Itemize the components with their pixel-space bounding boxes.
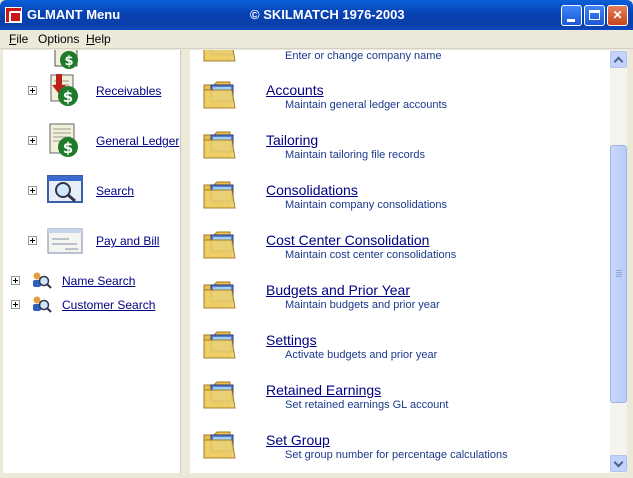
general-ledger-icon[interactable]: $ (47, 122, 83, 158)
folder-icon[interactable] (202, 225, 240, 263)
svg-text:$: $ (63, 88, 73, 106)
menu-item-description: Maintain cost center consolidations (285, 249, 457, 261)
menu-item-description: Maintain budgets and prior year (285, 299, 440, 311)
maximize-button[interactable] (584, 5, 605, 26)
menu-help[interactable]: Help (86, 32, 111, 46)
folder-icon[interactable] (202, 275, 240, 313)
vertical-scrollbar[interactable] (610, 50, 627, 473)
receivables-icon[interactable]: $ (47, 72, 83, 108)
expand-customer-search[interactable] (11, 300, 20, 309)
title-bar[interactable]: GLMANT Menu © SKILMATCH 1976-2003 ✕ (0, 0, 633, 30)
menu-bar: File Options Help (0, 30, 633, 49)
pane-splitter[interactable] (181, 50, 190, 473)
menu-item-settings[interactable]: Settings (266, 332, 317, 348)
menu-item-budgets-and-prior-year[interactable]: Budgets and Prior Year (266, 282, 410, 298)
menu-item-cost-center-consolidation[interactable]: Cost Center Consolidation (266, 232, 429, 248)
menu-file[interactable]: File (9, 32, 28, 46)
folder-icon[interactable] (202, 175, 240, 213)
app-icon[interactable] (5, 7, 22, 23)
window-title: GLMANT Menu (27, 7, 121, 22)
menu-options[interactable]: Options (38, 32, 79, 46)
sidebar-item-general-ledger[interactable]: General Ledger (96, 134, 179, 148)
partial-ledger-icon: $ (54, 50, 78, 69)
expand-name-search[interactable] (11, 276, 20, 285)
sidebar-item-search[interactable]: Search (96, 184, 134, 198)
menu-item-consolidations[interactable]: Consolidations (266, 182, 358, 198)
expand-receivables[interactable] (28, 86, 37, 95)
menu-item-description: Maintain tailoring file records (285, 149, 426, 161)
sidebar-item-customer-search[interactable]: Customer Search (62, 298, 155, 312)
menu-item-set-group[interactable]: Set Group (266, 432, 330, 448)
menu-item-description: Maintain general ledger accounts (285, 99, 448, 111)
menu-items-pane: Enter or change company name Accounts Mai… (190, 50, 610, 473)
folder-icon[interactable] (202, 425, 240, 463)
menu-item-retained-earnings[interactable]: Retained Earnings (266, 382, 381, 398)
scroll-down-button[interactable] (610, 455, 627, 472)
magnifier-icon[interactable] (47, 172, 83, 208)
folder-icon[interactable] (202, 50, 240, 66)
maximize-icon (589, 10, 600, 20)
scroll-up-button[interactable] (610, 51, 627, 68)
folder-icon[interactable] (202, 325, 240, 363)
menu-item-accounts[interactable]: Accounts (266, 82, 324, 98)
menu-item-description: Set retained earnings GL account (285, 399, 449, 411)
menu-item-description: Activate budgets and prior year (285, 349, 438, 361)
people-search-icon[interactable] (30, 270, 52, 290)
people-search-icon[interactable] (30, 294, 52, 314)
check-icon[interactable] (47, 222, 83, 258)
close-button[interactable]: ✕ (607, 5, 628, 26)
expand-search[interactable] (28, 186, 37, 195)
navigation-tree[interactable]: $ $ Receivables $ General Ledger Search (3, 50, 181, 473)
close-icon: ✕ (612, 8, 623, 22)
minimize-button[interactable] (561, 5, 582, 26)
menu-item-description: Maintain company consolidations (285, 199, 448, 211)
menu-item-description: Set group number for percentage calculat… (285, 449, 508, 461)
sidebar-item-pay-and-bill[interactable]: Pay and Bill (96, 234, 159, 248)
svg-text:$: $ (64, 54, 73, 69)
sidebar-item-name-search[interactable]: Name Search (62, 274, 135, 288)
copyright-banner: © SKILMATCH 1976-2003 (250, 7, 405, 22)
scroll-thumb[interactable] (610, 145, 627, 403)
company-name-description: Enter or change company name (285, 50, 442, 62)
expand-general-ledger[interactable] (28, 136, 37, 145)
menu-item-tailoring[interactable]: Tailoring (266, 132, 318, 148)
folder-icon[interactable] (202, 75, 240, 113)
minimize-icon (567, 19, 575, 22)
folder-icon[interactable] (202, 375, 240, 413)
sidebar-item-receivables[interactable]: Receivables (96, 84, 161, 98)
svg-text:$: $ (63, 139, 73, 157)
folder-icon[interactable] (202, 125, 240, 163)
expand-pay-and-bill[interactable] (28, 236, 37, 245)
